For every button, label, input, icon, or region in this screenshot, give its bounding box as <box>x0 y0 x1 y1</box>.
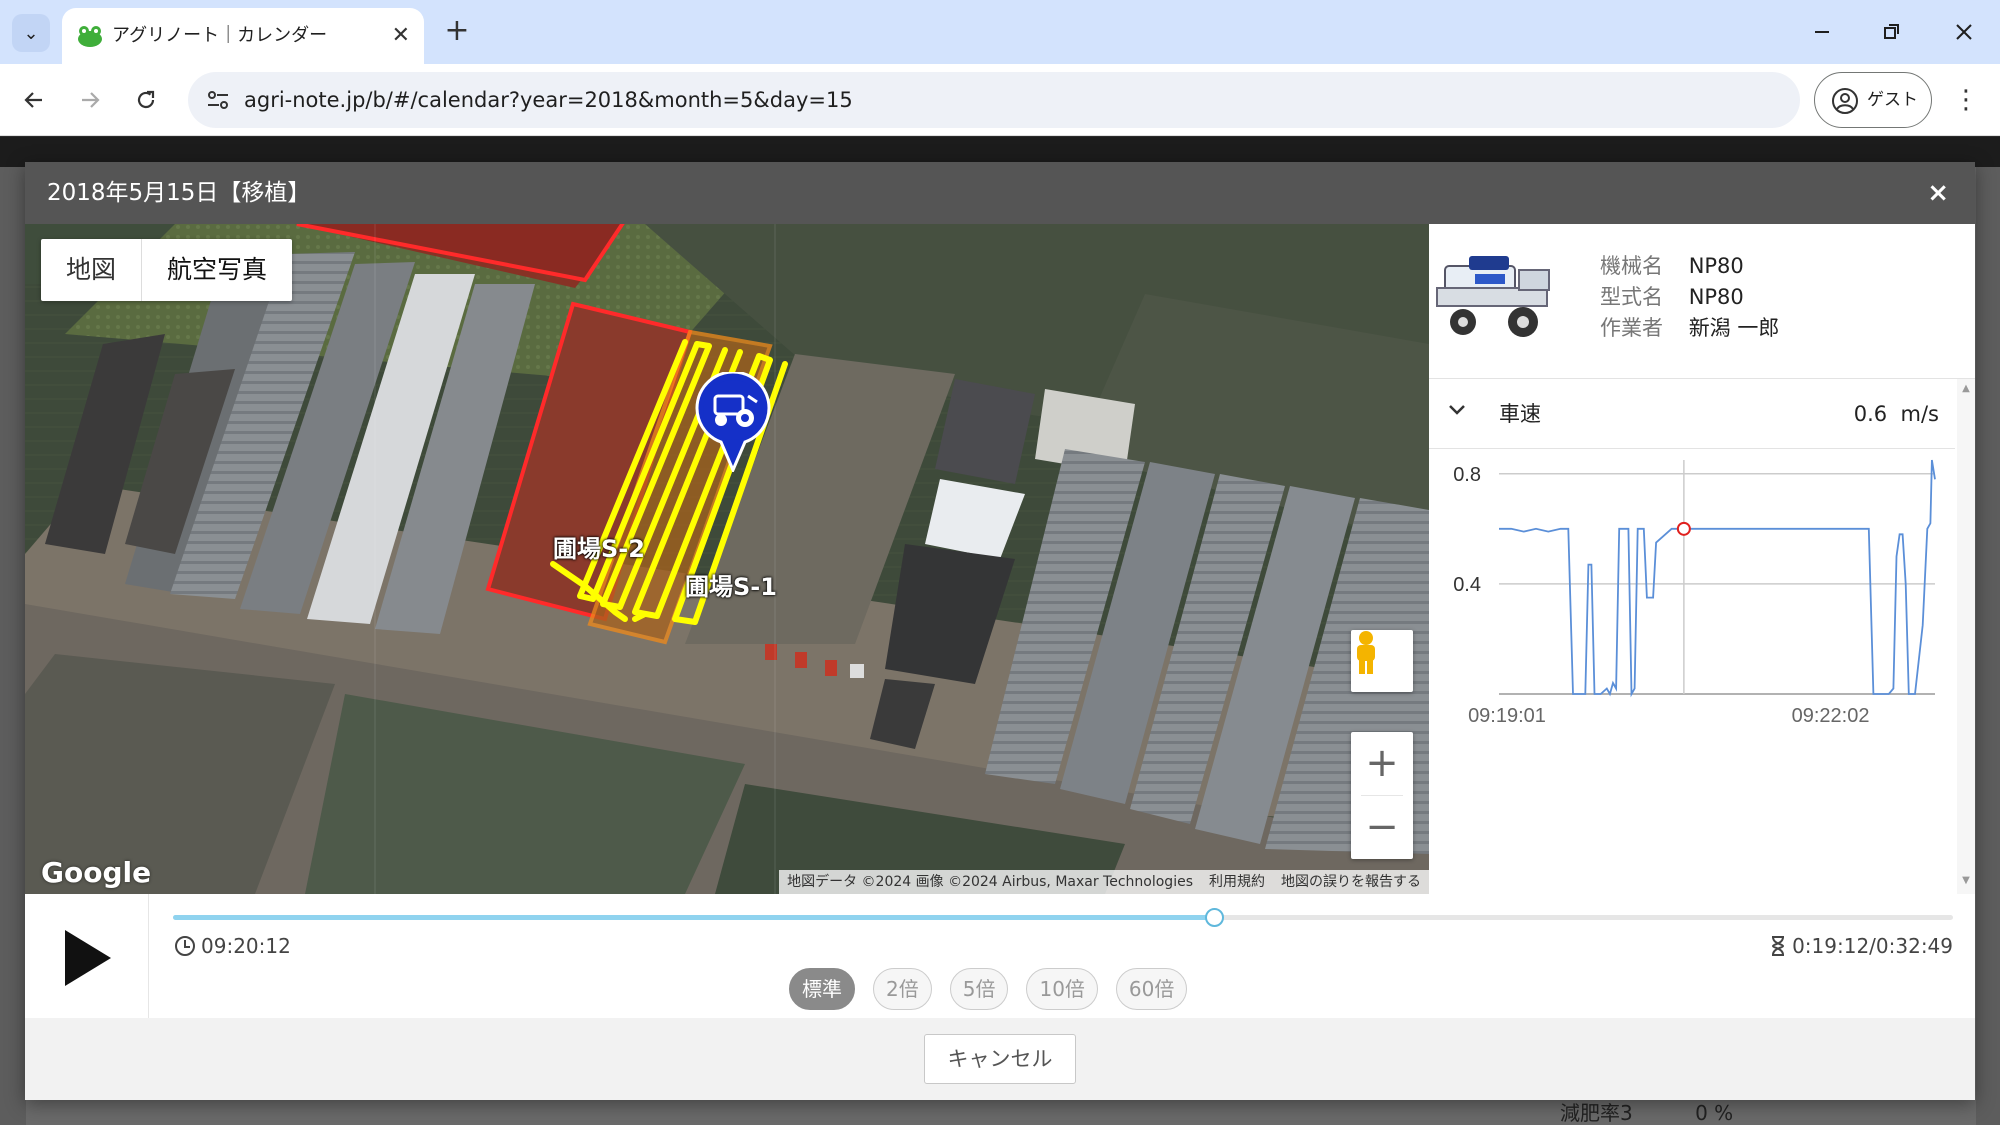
backdrop-right-column <box>1976 167 2000 1125</box>
address-bar[interactable]: agri-note.jp/b/#/calendar?year=2018&mont… <box>188 72 1800 128</box>
chevron-down-icon <box>1447 399 1467 425</box>
machine-info-panel: 機械名 NP80 型式名 NP80 作業者 新潟 一郎 車速 0.6 m/s 0… <box>1429 224 1975 894</box>
guest-label: ゲスト <box>1867 90 1918 110</box>
y-tick-label-0: 0.4 <box>1453 574 1481 596</box>
map-imagery <box>25 224 1429 894</box>
map-data-credit: 地図データ ©2024 画像 ©2024 Airbus, Maxar Techn… <box>787 874 1193 890</box>
map-type-map-button[interactable]: 地図 <box>41 239 141 301</box>
operator-label: 作業者 <box>1600 316 1663 340</box>
speed-option-10x[interactable]: 10倍 <box>1026 968 1098 1010</box>
minimize-icon[interactable] <box>1802 12 1842 52</box>
pegman-icon <box>1357 631 1375 674</box>
current-time-text: 09:20:12 <box>201 934 291 958</box>
new-tab-icon[interactable]: + <box>440 14 474 48</box>
machine-name-value: NP80 <box>1688 254 1744 278</box>
speed-chart: 0.4 0.8 09:19:01 09:22:02 <box>1429 450 1955 894</box>
play-button-area[interactable] <box>25 894 149 1018</box>
speed-chart-svg: 0.4 0.8 09:19:01 09:22:02 <box>1453 459 1936 727</box>
speed-unit: m/s <box>1900 402 1939 426</box>
speed-accordion-header[interactable]: 車速 0.6 m/s <box>1429 379 1955 449</box>
satellite-map[interactable]: 圃場S-2 圃場S-1 地図 航空写真 + − Google 地図データ ©20… <box>25 224 1429 894</box>
clock-icon <box>175 936 195 956</box>
profile-icon <box>1832 88 1858 114</box>
machine-name-row: 機械名 NP80 <box>1600 250 1744 280</box>
seek-handle[interactable] <box>1205 908 1225 927</box>
panel-scrollbar[interactable]: ▲ ▼ <box>1957 379 1975 894</box>
speed-series-line-0 <box>1499 459 1936 698</box>
backdrop-left-column <box>0 167 26 1125</box>
cursor-point <box>1676 521 1691 536</box>
scroll-down-icon[interactable]: ▼ <box>1957 875 1975 886</box>
url-text: agri-note.jp/b/#/calendar?year=2018&mont… <box>244 88 853 112</box>
reload-icon[interactable] <box>124 78 168 122</box>
zoom-out-button[interactable]: − <box>1351 796 1413 858</box>
back-arrow-icon[interactable] <box>12 78 56 122</box>
field-label-s1: 圃場S-1 <box>685 573 777 601</box>
seek-bar[interactable] <box>173 908 1953 927</box>
tractor-location-marker-icon[interactable] <box>693 372 773 472</box>
backdrop-row-label: 減肥率3 <box>1560 1101 1633 1125</box>
google-logo: Google <box>41 856 152 889</box>
browser-tab-bar: ⌄ アグリノート｜カレンダー ✕ + <box>0 0 2000 64</box>
backdrop-row: 減肥率3 0 % <box>1560 1097 1789 1125</box>
backdrop-row-value: 0 % <box>1695 1101 1734 1125</box>
browser-tab[interactable]: アグリノート｜カレンダー ✕ <box>62 8 424 64</box>
hourglass-icon <box>1772 936 1785 956</box>
tab-search-chevron-icon[interactable]: ⌄ <box>12 14 50 52</box>
terms-link[interactable]: 利用規約 <box>1201 870 1273 894</box>
site-info-icon[interactable] <box>202 84 234 116</box>
report-error-link[interactable]: 地図の誤りを報告する <box>1273 870 1429 894</box>
map-type-toggle: 地図 航空写真 <box>41 239 293 301</box>
playback-speed-options: 標準 2倍 5倍 10倍 60倍 <box>789 968 1205 1010</box>
speed-option-5x[interactable]: 5倍 <box>949 968 1009 1010</box>
seek-bar-fill <box>173 915 1215 920</box>
frog-favicon-icon <box>78 26 102 47</box>
cancel-button[interactable]: キャンセル <box>924 1034 1076 1084</box>
playback-controls: 09:20:12 0:19:12/0:32:49 標準 2倍 5倍 10倍 60… <box>25 894 1975 1018</box>
x-tick-label-0: 09:19:01 <box>1468 705 1546 727</box>
map-type-satellite-button[interactable]: 航空写真 <box>141 239 292 301</box>
browser-toolbar: agri-note.jp/b/#/calendar?year=2018&mont… <box>0 64 2000 136</box>
operator-row: 作業者 新潟 一郎 <box>1600 312 1779 342</box>
zoom-in-button[interactable]: + <box>1351 732 1413 794</box>
guest-profile-button[interactable]: ゲスト <box>1814 72 1932 128</box>
speed-option-2x[interactable]: 2倍 <box>873 968 932 1010</box>
model-name-value: NP80 <box>1688 285 1744 309</box>
speed-value-text: 0.6 m/s <box>1854 379 1939 449</box>
restore-icon[interactable] <box>1872 12 1912 52</box>
operator-value: 新潟 一郎 <box>1688 316 1780 340</box>
x-tick-label-1: 09:22:02 <box>1792 705 1870 727</box>
elapsed-total-text: 0:19:12/0:32:49 <box>1792 934 1953 958</box>
model-name-row: 型式名 NP80 <box>1600 281 1744 311</box>
modal-header: 2018年5月15日【移植】 × <box>25 162 1975 224</box>
elapsed-total-time: 0:19:12/0:32:49 <box>1770 932 1953 960</box>
zoom-control: + − <box>1351 732 1413 859</box>
model-name-label: 型式名 <box>1600 285 1663 309</box>
speed-option-normal[interactable]: 標準 <box>789 968 855 1010</box>
scroll-up-icon[interactable]: ▲ <box>1957 383 1975 394</box>
modal-title: 2018年5月15日【移植】 <box>47 180 311 206</box>
modal-footer: キャンセル <box>25 1018 1975 1100</box>
tab-title: アグリノート｜カレンダー <box>112 25 328 46</box>
current-time: 09:20:12 <box>175 932 291 960</box>
play-icon[interactable] <box>65 930 111 986</box>
field-label-s2: 圃場S-2 <box>553 535 645 563</box>
speed-value: 0.6 <box>1853 402 1888 426</box>
rice-transplanter-image <box>1436 256 1550 337</box>
y-tick-label-1: 0.8 <box>1453 464 1481 486</box>
modal-close-icon[interactable]: × <box>1927 162 1949 224</box>
street-view-pegman-button[interactable] <box>1351 630 1413 692</box>
map-attribution: 地図データ ©2024 画像 ©2024 Airbus, Maxar Techn… <box>779 870 1429 894</box>
forward-arrow-icon[interactable] <box>68 78 112 122</box>
window-close-icon[interactable] <box>1944 12 1984 52</box>
kebab-menu-icon[interactable]: ⋮ <box>1948 78 1984 122</box>
speed-option-60x[interactable]: 60倍 <box>1115 968 1188 1010</box>
tab-close-icon[interactable]: ✕ <box>392 22 410 50</box>
speed-label: 車速 <box>1499 402 1541 426</box>
work-record-modal: 2018年5月15日【移植】 × 圃場S-2 圃場S-1 地図 航空写真 + −… <box>25 162 1975 1100</box>
machine-name-label: 機械名 <box>1600 254 1663 278</box>
